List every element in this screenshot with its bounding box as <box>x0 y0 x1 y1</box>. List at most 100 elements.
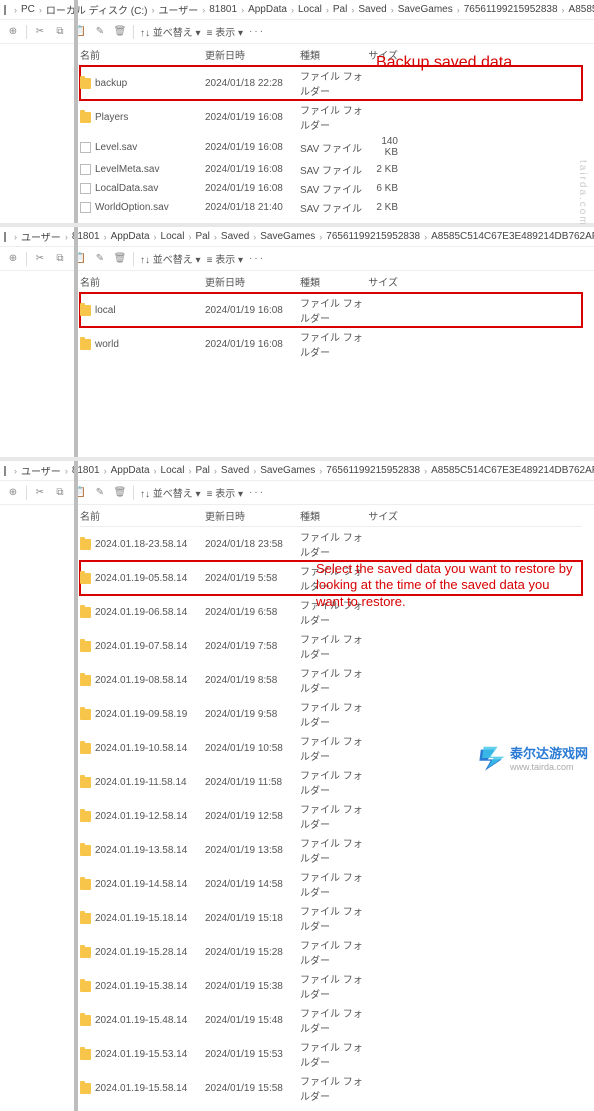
toolbar: ⊕ ✂ ⧉ 📋 ✎ 🗑 ↑↓ 並べ替え ▾ ≡ 表示 ▾ ··· <box>0 247 594 271</box>
sort-button[interactable]: ↑↓ 並べ替え ▾ <box>140 251 201 266</box>
list-item[interactable]: 2024.01.19-13.58.142024/01/19 13:58ファイル … <box>80 833 582 867</box>
item-date: 2024/01/19 15:28 <box>205 947 300 958</box>
breadcrumb-segment[interactable]: Saved <box>221 231 249 242</box>
rename-icon[interactable]: ✎ <box>93 252 107 266</box>
breadcrumb-segment[interactable]: AppData <box>111 231 150 242</box>
rename-icon[interactable]: ✎ <box>93 25 107 39</box>
copy-icon[interactable]: ⧉ <box>53 252 67 266</box>
folder-icon <box>80 845 91 856</box>
item-date: 2024/01/19 11:58 <box>205 777 300 788</box>
delete-icon[interactable]: 🗑 <box>113 486 127 500</box>
breadcrumb-segment[interactable]: 76561199215952838 <box>326 231 420 242</box>
breadcrumb[interactable]: ›PC›ローカル ディスク (C:)›ユーザー›81801›AppData›Lo… <box>0 0 594 20</box>
chevron-right-icon: › <box>326 5 329 15</box>
list-item[interactable]: 2024.01.19-08.58.142024/01/19 8:58ファイル フ… <box>80 663 582 697</box>
breadcrumb-segment[interactable]: A8585C514C67E3E489214DB762AF5D88 <box>569 4 594 15</box>
new-icon[interactable]: ⊕ <box>6 486 20 500</box>
rename-icon[interactable]: ✎ <box>93 486 107 500</box>
copy-icon[interactable]: ⧉ <box>53 25 67 39</box>
item-name: Level.sav <box>95 142 137 153</box>
breadcrumb-segment[interactable]: 76561199215952838 <box>464 4 558 15</box>
list-item[interactable]: world2024/01/19 16:08ファイル フォルダー <box>80 327 582 361</box>
breadcrumb-segment[interactable]: Local <box>161 465 185 476</box>
breadcrumb-segment[interactable]: SaveGames <box>260 465 315 476</box>
new-icon[interactable]: ⊕ <box>6 252 20 266</box>
breadcrumb-segment[interactable]: Local <box>161 231 185 242</box>
cut-icon[interactable]: ✂ <box>33 25 47 39</box>
breadcrumb-segment[interactable]: SaveGames <box>398 4 453 15</box>
more-button[interactable]: ··· <box>249 487 265 498</box>
breadcrumb-segment[interactable]: PC <box>21 4 35 15</box>
breadcrumb-segment[interactable]: AppData <box>111 465 150 476</box>
delete-icon[interactable]: 🗑 <box>113 252 127 266</box>
breadcrumb-segment[interactable]: ユーザー <box>21 229 61 244</box>
item-name: LevelMeta.sav <box>95 164 159 175</box>
copy-icon[interactable]: ⧉ <box>53 486 67 500</box>
list-item[interactable]: 2024.01.19-15.28.142024/01/19 15:28ファイル … <box>80 935 582 969</box>
chevron-right-icon: › <box>202 5 205 15</box>
chevron-right-icon: › <box>253 232 256 242</box>
list-item[interactable]: local2024/01/19 16:08ファイル フォルダー <box>80 293 582 327</box>
list-item[interactable]: 2024.01.19-15.58.142024/01/19 15:58ファイル … <box>80 1071 582 1105</box>
item-name: 2024.01.19-08.58.14 <box>95 675 187 686</box>
more-button[interactable]: ··· <box>249 253 265 264</box>
breadcrumb[interactable]: ›ユーザー›81801›AppData›Local›Pal›Saved›Save… <box>0 461 594 481</box>
chevron-right-icon: › <box>319 466 322 476</box>
breadcrumb[interactable]: ›ユーザー›81801›AppData›Local›Pal›Saved›Save… <box>0 227 594 247</box>
item-date: 2024/01/19 14:58 <box>205 879 300 890</box>
more-button[interactable]: ··· <box>249 26 265 37</box>
breadcrumb-segment[interactable]: 81801 <box>209 4 237 15</box>
list-item[interactable]: 2024.01.19-15.38.142024/01/19 15:38ファイル … <box>80 969 582 1003</box>
breadcrumb-segment[interactable]: Local <box>298 4 322 15</box>
item-date: 2024/01/19 16:08 <box>205 183 300 194</box>
column-headers[interactable]: 名前 更新日時 種類 サイズ <box>80 271 582 293</box>
list-item[interactable]: 2024.01.19-12.58.142024/01/19 12:58ファイル … <box>80 799 582 833</box>
breadcrumb-segment[interactable]: Pal <box>195 465 209 476</box>
list-item[interactable]: 2024.01.19-15.53.142024/01/19 15:53ファイル … <box>80 1037 582 1071</box>
breadcrumb-segment[interactable]: 76561199215952838 <box>326 465 420 476</box>
folder-icon <box>80 709 91 720</box>
list-item[interactable]: 2024.01.18-23.58.142024/01/18 23:58ファイル … <box>80 527 582 561</box>
view-button[interactable]: ≡ 表示 ▾ <box>207 485 243 500</box>
new-icon[interactable]: ⊕ <box>6 25 20 39</box>
chevron-right-icon: › <box>39 5 42 15</box>
breadcrumb-segment[interactable]: A8585C514C67E3E489214DB762AF5D88 <box>431 231 594 242</box>
col-date[interactable]: 更新日時 <box>205 47 300 62</box>
item-date: 2024/01/19 15:48 <box>205 1015 300 1026</box>
breadcrumb-segment[interactable]: A8585C514C67E3E489214DB762AF5D88 <box>431 465 594 476</box>
item-name: LocalData.sav <box>95 183 158 194</box>
sort-button[interactable]: ↑↓ 並べ替え ▾ <box>140 24 201 39</box>
breadcrumb-segment[interactable]: SaveGames <box>260 231 315 242</box>
item-name: 2024.01.19-07.58.14 <box>95 641 187 652</box>
cut-icon[interactable]: ✂ <box>33 486 47 500</box>
breadcrumb-segment[interactable]: Pal <box>333 4 347 15</box>
folder-icon <box>80 675 91 686</box>
breadcrumb-segment[interactable]: Saved <box>221 465 249 476</box>
breadcrumb-segment[interactable]: Pal <box>195 231 209 242</box>
cut-icon[interactable]: ✂ <box>33 252 47 266</box>
list-item[interactable]: WorldOption.sav2024/01/18 21:40SAV ファイル2… <box>80 198 582 217</box>
list-item[interactable]: 2024.01.19-15.18.142024/01/19 15:18ファイル … <box>80 901 582 935</box>
col-type[interactable]: 種類 <box>300 47 366 62</box>
breadcrumb-segment[interactable]: ユーザー <box>158 2 198 17</box>
breadcrumb-segment[interactable]: ユーザー <box>21 463 61 478</box>
list-item[interactable]: LocalData.sav2024/01/19 16:08SAV ファイル6 K… <box>80 179 582 198</box>
explorer-pane-3: ›ユーザー›81801›AppData›Local›Pal›Saved›Save… <box>0 461 594 1111</box>
list-item[interactable]: 2024.01.19-15.48.142024/01/19 15:48ファイル … <box>80 1003 582 1037</box>
list-item[interactable]: Level.sav2024/01/19 16:08SAV ファイル140 KB <box>80 134 582 160</box>
list-item[interactable]: 2024.01.19-07.58.142024/01/19 7:58ファイル フ… <box>80 629 582 663</box>
sort-button[interactable]: ↑↓ 並べ替え ▾ <box>140 485 201 500</box>
col-name[interactable]: 名前 <box>80 47 205 62</box>
breadcrumb-segment[interactable]: AppData <box>248 4 287 15</box>
list-item[interactable]: LevelMeta.sav2024/01/19 16:08SAV ファイル2 K… <box>80 160 582 179</box>
breadcrumb-segment[interactable]: ローカル ディスク (C:) <box>46 2 148 17</box>
delete-icon[interactable]: 🗑 <box>113 25 127 39</box>
list-item[interactable]: Players2024/01/19 16:08ファイル フォルダー <box>80 100 582 134</box>
breadcrumb-segment[interactable]: Saved <box>358 4 386 15</box>
list-item[interactable]: 2024.01.19-14.58.142024/01/19 14:58ファイル … <box>80 867 582 901</box>
list-item[interactable]: 2024.01.19-09.58.192024/01/19 9:58ファイル フ… <box>80 697 582 731</box>
column-headers[interactable]: 名前 更新日時 種類 サイズ <box>80 505 582 527</box>
view-button[interactable]: ≡ 表示 ▾ <box>207 24 243 39</box>
item-type: ファイル フォルダー <box>300 767 366 797</box>
view-button[interactable]: ≡ 表示 ▾ <box>207 251 243 266</box>
